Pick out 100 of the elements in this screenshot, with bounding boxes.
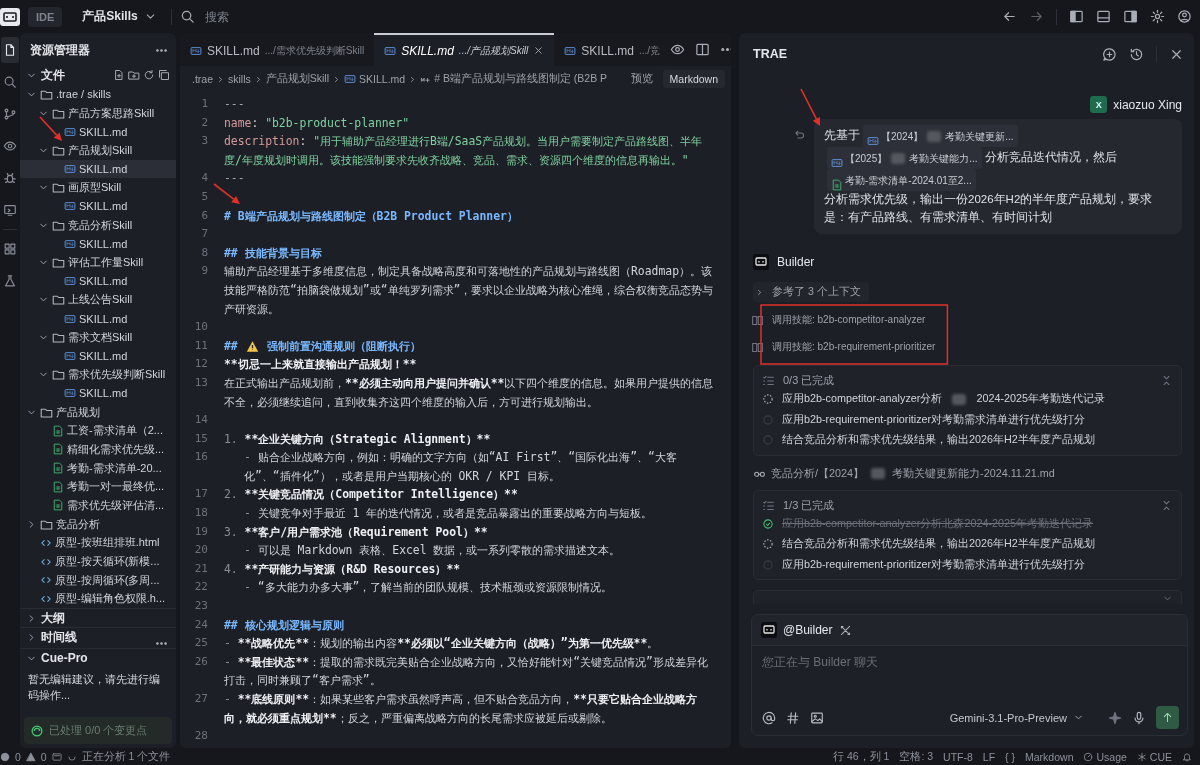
error-count[interactable]: 0	[15, 750, 21, 763]
status-item[interactable]: 行 46，列 1	[833, 749, 890, 764]
tree-item[interactable]: 原型-按周循环(多周...	[20, 570, 176, 590]
right-panel-icon[interactable]	[1123, 9, 1138, 24]
notification-icon[interactable]	[1182, 751, 1192, 762]
status-item[interactable]: { }	[1005, 750, 1016, 763]
tree-item[interactable]: SKILL.md	[20, 271, 176, 291]
forward-arrow-icon[interactable]	[1029, 9, 1044, 24]
mode-button[interactable]: IDE	[28, 6, 63, 27]
usage-button[interactable]: Usage	[1083, 750, 1127, 763]
folder-icon	[52, 293, 65, 307]
message-input[interactable]: 您正在与 Builder 聊天	[752, 646, 1187, 702]
microphone-icon[interactable]	[1132, 710, 1146, 725]
split-editor-icon[interactable]	[695, 42, 711, 57]
tree-item[interactable]: 需求优先级判断Skill	[20, 365, 176, 384]
tree-item[interactable]: 产品方案思路Skill	[20, 103, 176, 123]
close-icon[interactable]	[533, 45, 545, 56]
tree-item[interactable]: 考勤一对一最终优...	[20, 477, 176, 497]
breadcrumb-item[interactable]: SKILL.md	[359, 73, 406, 85]
view-mode-button[interactable]: Markdown	[662, 70, 725, 88]
app-logo[interactable]	[0, 6, 20, 27]
tree-item[interactable]: SKILL.md	[20, 309, 176, 328]
collapse-icon[interactable]	[1160, 374, 1173, 387]
tree-item[interactable]: SKILL.md	[20, 234, 176, 254]
editor-tab[interactable]: SKILL.md .../需求优先级判断Skill	[180, 33, 375, 66]
project-dropdown[interactable]: 产品Skills	[76, 7, 163, 26]
mention-icon[interactable]	[762, 710, 776, 725]
tree-item[interactable]: SKILL.md	[20, 346, 176, 366]
send-button[interactable]	[1156, 706, 1179, 729]
tree-item[interactable]: 竞品分析	[20, 514, 176, 534]
preview-icon[interactable]	[670, 42, 686, 57]
breadcrumb-item[interactable]: # B端产品规划与路线图制定 (B2B P	[434, 72, 608, 86]
file-chip[interactable]: 【2025】 考勤关键能力...	[827, 147, 982, 169]
new-folder-icon[interactable]	[128, 69, 140, 81]
tree-item[interactable]: 产品规划	[20, 402, 176, 422]
status-item[interactable]: Markdown	[1025, 750, 1074, 763]
new-file-icon[interactable]	[113, 69, 125, 81]
tree-item[interactable]: 产品规划Skill	[20, 141, 176, 160]
tree-item[interactable]: 需求文档Skill	[20, 327, 176, 347]
warning-count[interactable]: 0	[40, 750, 47, 763]
context-toggle[interactable]: 参考了 3 个上下文	[753, 282, 869, 302]
settings-icon[interactable]	[1150, 9, 1165, 24]
file-chip[interactable]: 【2024】 考勤关键更新...	[863, 125, 1018, 147]
account-icon[interactable]	[1177, 9, 1192, 24]
status-item[interactable]: 空格: 3	[899, 749, 934, 764]
editor-tab[interactable]: SKILL.md .../竞	[554, 33, 671, 66]
code-line: 2. **关键竞品情况（Competitor Intelligence）**	[224, 486, 519, 504]
tree-item[interactable]: 原型-按班组排班.html	[20, 533, 176, 553]
breadcrumb-item[interactable]: 产品规划Skill	[265, 72, 330, 86]
back-arrow-icon[interactable]	[1002, 9, 1017, 24]
cue-button[interactable]: CUE	[1136, 750, 1172, 763]
panel-header[interactable]: Cue-Pro	[20, 648, 176, 668]
agent-mention[interactable]: @Builder	[783, 623, 833, 637]
history-icon[interactable]	[1129, 46, 1144, 62]
tree-item[interactable]: SKILL.md	[20, 159, 176, 179]
model-dropdown[interactable]: Gemini-3.1-Pro-Preview	[943, 710, 1090, 725]
asterisk-icon	[1136, 751, 1147, 762]
collapse-all-icon[interactable]	[158, 69, 170, 81]
breadcrumb-item[interactable]: .trae	[192, 73, 213, 85]
left-panel-icon[interactable]	[1069, 9, 1084, 24]
files-icon	[3, 43, 17, 57]
tree-item[interactable]: 原型-编辑角色权限.h...	[20, 589, 176, 609]
tree-item[interactable]: 考勤-需求清单-20...	[20, 458, 176, 478]
new-chat-icon[interactable]	[1102, 46, 1117, 62]
sparkle-icon[interactable]	[1108, 710, 1122, 725]
status-item[interactable]: UTF-8	[943, 750, 973, 763]
markdown-file-icon	[344, 73, 357, 85]
tree-item[interactable]: 原型-按天循环(新模...	[20, 552, 176, 571]
collapse-icon[interactable]	[1160, 498, 1173, 512]
line-number: 13	[193, 374, 209, 391]
editor-tab[interactable]: SKILL.md .../产品规划Skill	[374, 33, 555, 66]
refresh-icon[interactable]	[143, 69, 155, 81]
tree-item[interactable]: SKILL.md	[20, 122, 176, 142]
activity-button[interactable]	[1, 37, 19, 63]
bug-icon	[3, 171, 17, 185]
tree-item[interactable]: 竞品分析Skill	[20, 215, 176, 235]
image-icon[interactable]	[810, 710, 824, 725]
tree-item[interactable]: 需求优先级评估清...	[20, 496, 176, 515]
status-item[interactable]: LF	[982, 750, 996, 763]
tree-item[interactable]: 精细化需求优先级...	[20, 440, 176, 459]
tree-item[interactable]: 上线公告Skill	[20, 290, 176, 310]
tree-item[interactable]: SKILL.md	[20, 384, 176, 403]
panel-header[interactable]: 大纲	[20, 608, 176, 628]
tree-item[interactable]: .trae / skills	[20, 85, 176, 104]
line-number: 16	[193, 449, 209, 466]
breadcrumb-item[interactable]: skills	[228, 73, 251, 85]
undo-icon[interactable]	[793, 129, 806, 142]
hash-icon[interactable]	[786, 710, 800, 725]
tree-item[interactable]: SKILL.md	[20, 197, 176, 216]
chip-text: 【2024】	[881, 129, 924, 144]
warning-icon	[245, 339, 259, 353]
bottom-panel-icon[interactable]	[1096, 9, 1111, 24]
tree-item[interactable]: 工资-需求清单（2...	[20, 421, 176, 441]
tree-item[interactable]: 评估工作量Skill	[20, 253, 176, 272]
search-field[interactable]: 搜索	[202, 8, 283, 25]
code-line: - **底线原则**：如果某些客户需求虽然呼声高，但不贴合竞品方向，**只要它贴合企业战略方 向，就必须重点规划**；反之，严重偏离战略方向的长尾需求应被延后或剔除。	[224, 691, 698, 727]
annotation-arrow	[213, 183, 240, 204]
file-chip[interactable]: 考勤-需求清单-2024.01至2...	[827, 169, 976, 191]
tree-item[interactable]: 画原型Skill	[20, 178, 176, 198]
view-mode-button[interactable]: 预览	[626, 70, 657, 88]
